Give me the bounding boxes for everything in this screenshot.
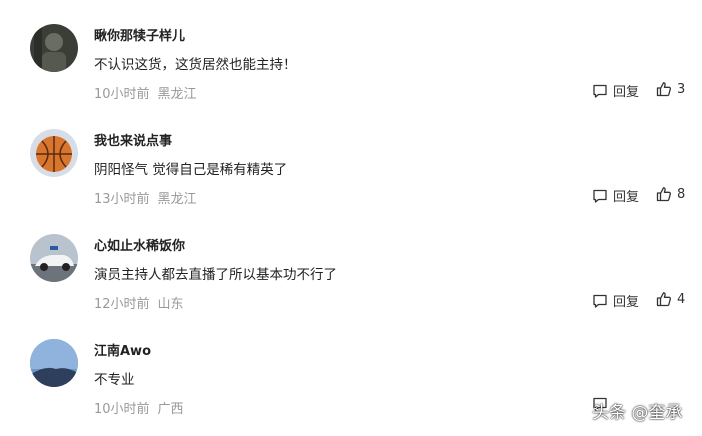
username[interactable]: 心如止水稀饭你 bbox=[94, 235, 185, 254]
comment-meta: 10小时前 黑龙江 bbox=[94, 83, 197, 102]
reply-button[interactable]: 回复 bbox=[592, 186, 639, 205]
username[interactable]: 我也来说点事 bbox=[94, 130, 172, 149]
comment-text: 阴阳怪气 觉得自己是稀有精英了 bbox=[94, 162, 288, 178]
comment-item: 心如止水稀饭你 演员主持人都去直播了所以基本功不行了 12小时前 山东 回复 4 bbox=[0, 210, 702, 315]
timestamp: 13小时前 bbox=[94, 192, 150, 207]
comment-text: 不认识这货，这货居然也能主持！ bbox=[94, 57, 297, 73]
like-count: 4 bbox=[677, 291, 686, 307]
avatar[interactable] bbox=[30, 129, 78, 177]
like-button[interactable]: 4 bbox=[656, 291, 685, 307]
avatar[interactable] bbox=[30, 24, 78, 72]
thumbs-up-icon bbox=[656, 291, 672, 307]
like-button[interactable]: 8 bbox=[656, 186, 685, 202]
timestamp: 10小时前 bbox=[94, 87, 150, 102]
username[interactable]: 瞅你那犊子样儿 bbox=[94, 25, 185, 44]
comment-text: 演员主持人都去直播了所以基本功不行了 bbox=[94, 267, 337, 283]
reply-label: 回复 bbox=[613, 190, 640, 205]
reply-label: 回复 bbox=[613, 85, 640, 100]
location: 山东 bbox=[157, 297, 184, 312]
thumbs-up-icon bbox=[656, 186, 672, 202]
reply-button[interactable]: 回复 bbox=[592, 291, 639, 310]
comment-text: 不专业 bbox=[94, 372, 135, 388]
avatar[interactable] bbox=[30, 234, 78, 282]
comment-item: 我也来说点事 阴阳怪气 觉得自己是稀有精英了 13小时前 黑龙江 回复 8 bbox=[0, 105, 702, 210]
location: 黑龙江 bbox=[157, 192, 197, 207]
comment-bubble-icon bbox=[592, 83, 608, 99]
username[interactable]: 江南Awo bbox=[94, 340, 151, 359]
avatar[interactable] bbox=[30, 339, 78, 387]
comment-bubble-icon bbox=[592, 188, 608, 204]
timestamp: 12小时前 bbox=[94, 297, 150, 312]
location: 广西 bbox=[157, 402, 184, 417]
comment-item: 瞅你那犊子样儿 不认识这货，这货居然也能主持！ 10小时前 黑龙江 回复 3 bbox=[0, 0, 702, 105]
location: 黑龙江 bbox=[157, 87, 197, 102]
comment-bubble-icon bbox=[592, 293, 608, 309]
comment-meta: 13小时前 黑龙江 bbox=[94, 188, 197, 207]
reply-button[interactable]: 回复 bbox=[592, 81, 639, 100]
reply-label: 回复 bbox=[613, 295, 640, 310]
timestamp: 10小时前 bbox=[94, 402, 150, 417]
like-count: 8 bbox=[677, 186, 686, 202]
comment-meta: 10小时前 广西 bbox=[94, 398, 184, 417]
like-button[interactable]: 3 bbox=[656, 81, 685, 97]
watermark: 头条 @奎承 bbox=[592, 403, 683, 423]
thumbs-up-icon bbox=[656, 81, 672, 97]
comment-meta: 12小时前 山东 bbox=[94, 293, 184, 312]
like-count: 3 bbox=[677, 81, 686, 97]
